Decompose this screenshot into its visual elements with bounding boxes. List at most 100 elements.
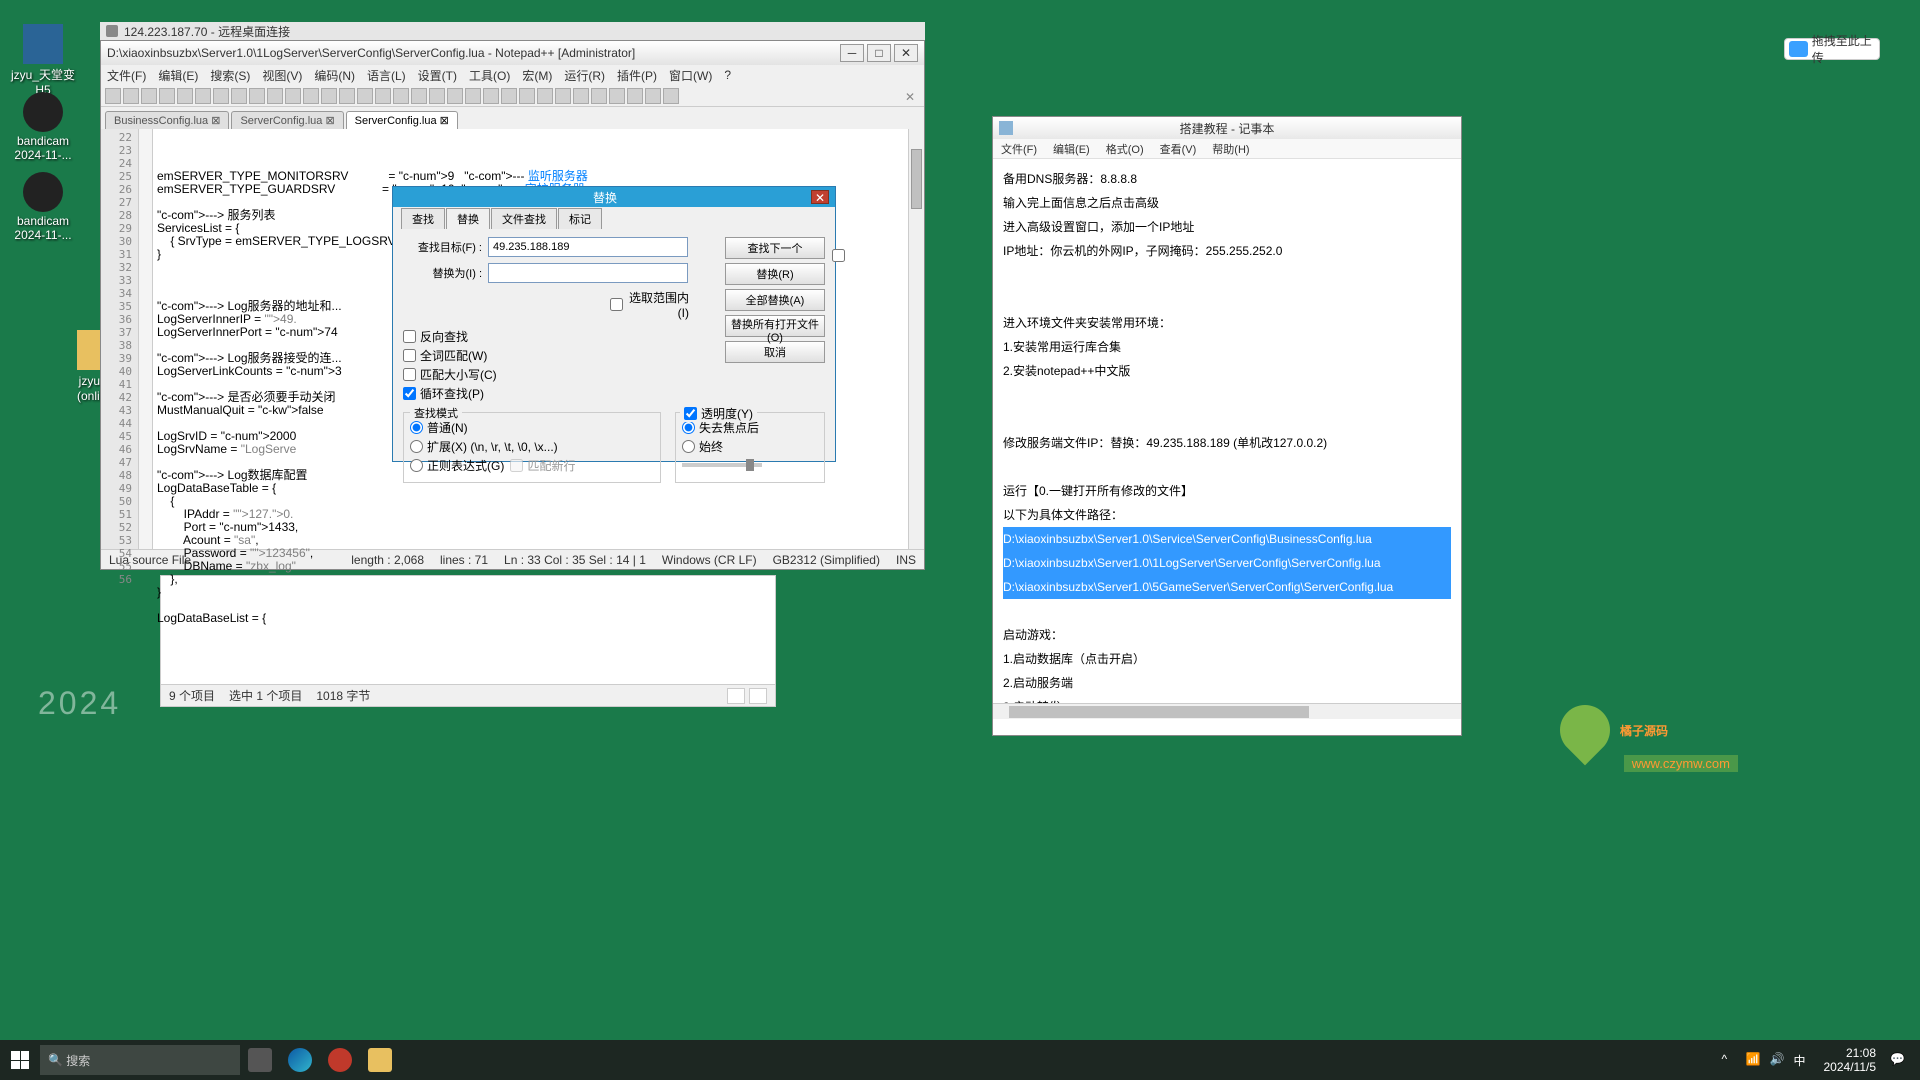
taskbar-clock[interactable]: 21:08 2024/11/5 — [1824, 1046, 1877, 1074]
fold-gutter[interactable] — [139, 129, 153, 549]
dialog-tab[interactable]: 替换 — [446, 208, 490, 229]
menu-item[interactable]: 插件(P) — [611, 65, 663, 86]
menu-item[interactable]: 编辑(E) — [152, 65, 204, 86]
toolbar-button[interactable] — [483, 88, 499, 104]
whole-word-check[interactable] — [403, 349, 416, 362]
toolbar-button[interactable] — [645, 88, 661, 104]
menu-item[interactable]: ? — [718, 66, 737, 84]
toolbar-button[interactable] — [123, 88, 139, 104]
tray-ime-icon[interactable]: 中 — [1794, 1052, 1810, 1068]
toolbar-button[interactable] — [249, 88, 265, 104]
notifications-icon[interactable]: 💬 — [1890, 1052, 1906, 1068]
explorer-button[interactable] — [360, 1040, 400, 1080]
toolbar-button[interactable] — [447, 88, 463, 104]
menu-item[interactable]: 宏(M) — [516, 65, 558, 86]
close-button[interactable]: ✕ — [894, 44, 918, 62]
editor-tab[interactable]: ServerConfig.lua ⊠ — [346, 111, 458, 129]
toolbar-button[interactable] — [357, 88, 373, 104]
menu-item[interactable]: 运行(R) — [558, 65, 611, 86]
maximize-button[interactable]: □ — [867, 44, 891, 62]
dialog-close-button[interactable]: ✕ — [811, 190, 829, 204]
transparency-slider[interactable] — [682, 463, 762, 467]
toolbar-button[interactable] — [501, 88, 517, 104]
toolbar-button[interactable] — [375, 88, 391, 104]
tut-menubar[interactable]: 文件(F)编辑(E)格式(O)查看(V)帮助(H) — [993, 139, 1461, 159]
toolbar-button[interactable] — [663, 88, 679, 104]
menu-item[interactable]: 帮助(H) — [1204, 139, 1257, 159]
menu-item[interactable]: 编辑(E) — [1045, 139, 1098, 159]
toolbar-button[interactable] — [267, 88, 283, 104]
toolbar-button[interactable] — [555, 88, 571, 104]
toolbar-button[interactable] — [519, 88, 535, 104]
desktop-icon[interactable]: jzyu_天堂变H5 — [8, 24, 78, 97]
menu-item[interactable]: 工具(O) — [463, 65, 516, 86]
edge-button[interactable] — [280, 1040, 320, 1080]
replace-input[interactable] — [488, 263, 688, 283]
scroll-thumb[interactable] — [911, 149, 922, 209]
toolbar-button[interactable] — [141, 88, 157, 104]
transparency-check[interactable] — [684, 407, 697, 420]
scroll-thumb[interactable] — [1009, 706, 1309, 718]
minimize-button[interactable]: ─ — [840, 44, 864, 62]
slider-knob[interactable] — [746, 459, 754, 471]
menu-item[interactable]: 窗口(W) — [663, 65, 718, 86]
toolbar-button[interactable] — [591, 88, 607, 104]
taskbar[interactable]: 🔍 搜索 ^ 📶 🔊 中 21:08 2024/11/5 💬 — [0, 1040, 1920, 1080]
tray-network-icon[interactable]: 📶 — [1746, 1052, 1762, 1068]
menu-item[interactable]: 文件(F) — [993, 139, 1045, 159]
menu-item[interactable]: 文件(F) — [101, 65, 152, 86]
replace-all-button[interactable]: 全部替换(A) — [725, 289, 825, 311]
replace-button[interactable]: 替换(R) — [725, 263, 825, 285]
in-selection-check[interactable] — [610, 298, 623, 311]
toolbar-button[interactable] — [159, 88, 175, 104]
toolbar-button[interactable] — [339, 88, 355, 104]
toolbar-button[interactable] — [195, 88, 211, 104]
trans-onlose-radio[interactable] — [682, 421, 695, 434]
toolbar-button[interactable] — [429, 88, 445, 104]
find-input[interactable] — [488, 237, 688, 257]
menu-item[interactable]: 编码(N) — [308, 65, 361, 86]
dialog-tab[interactable]: 标记 — [558, 208, 602, 229]
toolbar-button[interactable] — [285, 88, 301, 104]
system-tray[interactable]: ^ 📶 🔊 中 21:08 2024/11/5 💬 — [1718, 1046, 1920, 1074]
menu-item[interactable]: 语言(L) — [361, 65, 412, 86]
tut-titlebar[interactable]: 搭建教程 - 记事本 — [993, 117, 1461, 139]
menu-item[interactable]: 设置(T) — [412, 65, 463, 86]
tray-chevron-icon[interactable]: ^ — [1722, 1052, 1738, 1068]
rdp-titlebar[interactable]: 124.223.187.70 - 远程桌面连接 — [100, 22, 925, 40]
reverse-check[interactable] — [403, 330, 416, 343]
toolbar-button[interactable] — [393, 88, 409, 104]
toolbar-button[interactable] — [609, 88, 625, 104]
find-next-button[interactable]: 查找下一个 — [725, 237, 825, 259]
match-case-check[interactable] — [403, 368, 416, 381]
desktop-icon[interactable]: bandicam 2024-11-... — [8, 92, 78, 162]
vertical-scrollbar[interactable] — [908, 129, 924, 549]
desktop-icon[interactable]: bandicam 2024-11-... — [8, 172, 78, 242]
upload-button[interactable]: 拖拽至此上传 — [1784, 38, 1880, 60]
menu-item[interactable]: 查看(V) — [1152, 139, 1205, 159]
find-next-extra-check[interactable] — [832, 249, 845, 262]
editor-tab[interactable]: ServerConfig.lua ⊠ — [231, 111, 343, 129]
toolbar-button[interactable] — [303, 88, 319, 104]
horizontal-scrollbar[interactable] — [993, 703, 1461, 719]
taskbar-search[interactable]: 🔍 搜索 — [40, 1045, 240, 1075]
toolbar-button[interactable] — [213, 88, 229, 104]
menu-item[interactable]: 格式(O) — [1098, 139, 1152, 159]
mode-extended-radio[interactable] — [410, 440, 423, 453]
cancel-button[interactable]: 取消 — [725, 341, 825, 363]
task-view-button[interactable] — [240, 1040, 280, 1080]
tray-volume-icon[interactable]: 🔊 — [1770, 1052, 1786, 1068]
mode-regex-radio[interactable] — [410, 459, 423, 472]
dialog-tabs[interactable]: 查找替换文件查找标记 — [393, 207, 835, 229]
pin-icon[interactable] — [106, 25, 118, 37]
dialog-tab[interactable]: 查找 — [401, 208, 445, 229]
npp-tabs[interactable]: BusinessConfig.lua ⊠ServerConfig.lua ⊠Se… — [101, 107, 924, 129]
replace-in-open-button[interactable]: 替换所有打开文件(O) — [725, 315, 825, 337]
npp-toolbar[interactable] — [101, 85, 924, 107]
toolbar-button[interactable] — [105, 88, 121, 104]
toolbar-button[interactable] — [321, 88, 337, 104]
menu-item[interactable]: 搜索(S) — [204, 65, 256, 86]
dialog-tab[interactable]: 文件查找 — [491, 208, 557, 229]
mode-normal-radio[interactable] — [410, 421, 423, 434]
toolbar-button[interactable] — [231, 88, 247, 104]
